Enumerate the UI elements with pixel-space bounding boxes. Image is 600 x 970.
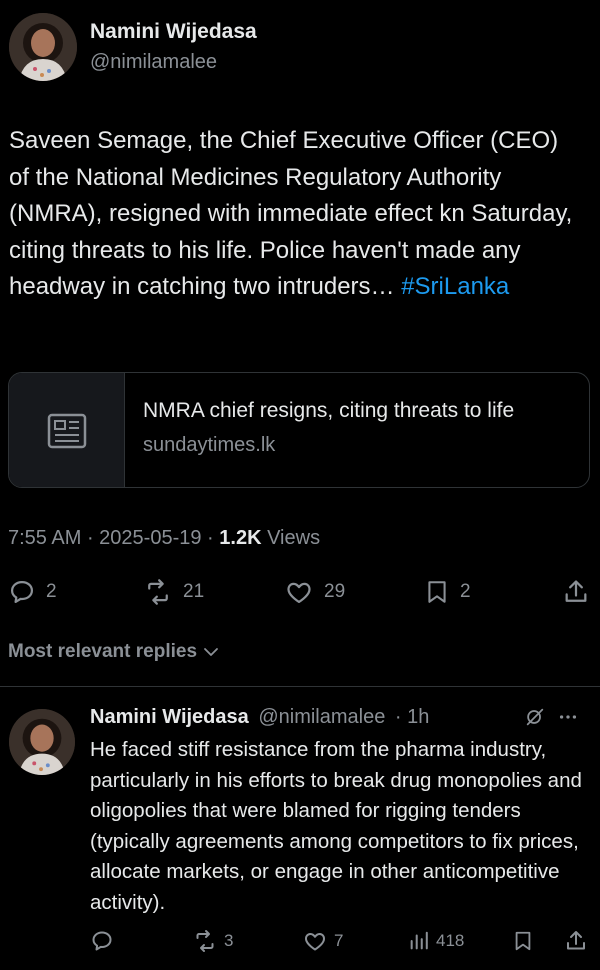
- repost-button[interactable]: 21: [143, 578, 204, 606]
- author-avatar[interactable]: [9, 13, 77, 81]
- reply-views-count: 418: [436, 931, 465, 950]
- reply-share-button[interactable]: [564, 929, 588, 953]
- share-button[interactable]: [562, 578, 590, 606]
- link-domain: sundaytimes.lk: [143, 434, 276, 456]
- reply-icon: [10, 580, 34, 604]
- reply-count: 2: [46, 581, 57, 602]
- reply-time[interactable]: · 1h: [395, 706, 429, 728]
- repost-icon: [196, 930, 214, 952]
- heart-icon: [305, 933, 325, 951]
- share-icon: [565, 580, 587, 602]
- tweet-date[interactable]: 2025-05-19: [99, 527, 201, 549]
- reply-like-count: 7: [334, 931, 344, 950]
- link-title: NMRA chief resigns, citing threats to li…: [143, 399, 515, 422]
- reply-icon: [92, 931, 112, 951]
- tweet-meta: 7:55 AM · 2025-05-19 · 1.2K Views: [8, 527, 320, 550]
- hashtag-link[interactable]: #SriLanka: [401, 273, 509, 300]
- reply-button[interactable]: 2: [8, 578, 57, 606]
- views-count: 1.2K: [219, 527, 262, 549]
- replies-sort-dropdown[interactable]: Most relevant replies: [8, 641, 219, 663]
- tweet-time[interactable]: 7:55 AM: [8, 527, 81, 549]
- reply-header: Namini Wijedasa @nimilamalee · 1h: [90, 706, 429, 729]
- more-options-icon[interactable]: [556, 706, 580, 728]
- share-icon: [567, 931, 585, 950]
- reply-text: He faced stiff resistance from the pharm…: [90, 738, 582, 914]
- reply-views-button[interactable]: 418: [408, 929, 464, 953]
- reply-repost-button[interactable]: 3: [192, 929, 233, 953]
- avatar-image: [9, 13, 77, 81]
- meta-separator: ·: [81, 527, 100, 549]
- bookmark-icon: [515, 931, 531, 951]
- link-thumbnail: [9, 373, 125, 487]
- reply-header-icons: [524, 706, 580, 728]
- tweet-action-bar: 2 21 29 2: [0, 570, 600, 614]
- reply-repost-count: 3: [224, 931, 234, 950]
- reply-author-avatar[interactable]: [9, 709, 75, 775]
- repost-count: 21: [183, 581, 205, 602]
- reply-reply-button[interactable]: [90, 929, 114, 953]
- like-count: 29: [324, 581, 346, 602]
- reply-like-button[interactable]: 7: [302, 929, 343, 953]
- views-label: Views: [267, 527, 321, 549]
- bookmark-icon: [428, 581, 446, 603]
- divider: [0, 686, 600, 687]
- tweet-header: Namini Wijedasa @nimilamalee: [0, 0, 600, 95]
- repost-icon: [148, 579, 168, 605]
- meta-separator: ·: [201, 527, 220, 549]
- heart-icon: [287, 582, 311, 604]
- author-handle[interactable]: @nimilamalee: [90, 51, 217, 74]
- like-button[interactable]: 29: [284, 578, 345, 606]
- reply-bookmark-button[interactable]: [512, 929, 534, 953]
- bookmark-button[interactable]: 2: [424, 578, 471, 606]
- link-preview-card[interactable]: NMRA chief resigns, citing threats to li…: [8, 372, 590, 488]
- reply-author-name[interactable]: Namini Wijedasa: [90, 706, 249, 728]
- grok-icon[interactable]: [524, 706, 546, 728]
- tweet-detail-page: Namini Wijedasa @nimilamalee Saveen Sema…: [0, 0, 600, 970]
- analytics-icon: [410, 931, 428, 950]
- reply-action-bar: 3 7 418: [0, 925, 600, 959]
- reply-author-handle[interactable]: @nimilamalee: [258, 706, 385, 728]
- author-name[interactable]: Namini Wijedasa: [90, 20, 257, 44]
- tweet-text: Saveen Semage, the Chief Executive Offic…: [9, 123, 579, 306]
- avatar-image: [9, 709, 75, 775]
- article-icon: [47, 413, 86, 449]
- bookmark-count: 2: [460, 581, 471, 602]
- replies-sort-label: Most relevant replies: [8, 641, 198, 662]
- chevron-down-icon: [204, 648, 218, 656]
